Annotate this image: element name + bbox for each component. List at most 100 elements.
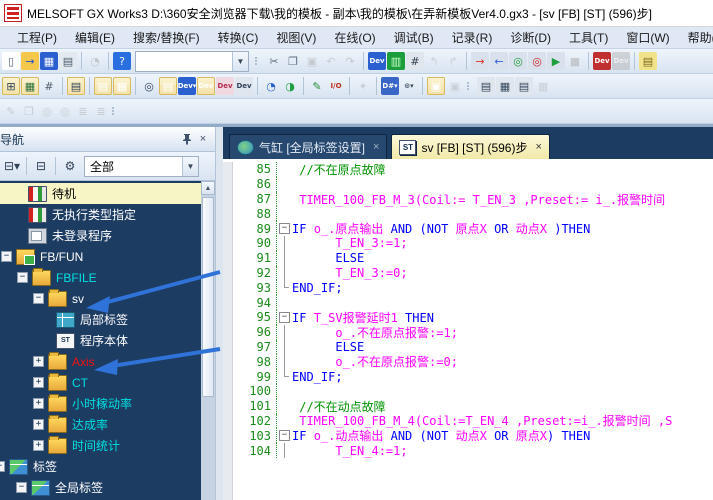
new-project-icon[interactable]: ▯ [2, 52, 20, 70]
code-line-103[interactable]: 103IF o_.动点输出 AND (NOT 动点X OR 原点X) THEN [233, 428, 713, 443]
io-check-icon[interactable]: I/O [327, 77, 345, 95]
code-line-86[interactable]: 86 [233, 177, 713, 192]
find-replace-icon[interactable]: ◎ [140, 77, 158, 95]
code-line-97[interactable]: 97 ELSE [233, 340, 713, 355]
code-line-101[interactable]: 101 //不在动点故障 [233, 399, 713, 414]
code-line-91[interactable]: 91 ELSE [233, 251, 713, 266]
fold-collapse-icon[interactable] [277, 221, 292, 236]
device-assignment-icon[interactable]: Dev [216, 77, 234, 95]
code-line-99[interactable]: 99END_IF; [233, 369, 713, 384]
st-code-editor[interactable]: 85 //不在原点故障8687 TIMER_100_FB_M_3(Coil:= … [223, 159, 713, 500]
device-usage-icon[interactable]: Dev [235, 77, 253, 95]
device-find-icon[interactable]: Dev [368, 52, 386, 70]
editor-tab-1[interactable]: 气缸 [全局标签设置]× [229, 134, 387, 159]
settings-gear-icon[interactable]: ⚙ [61, 157, 79, 175]
expand-icon[interactable]: + [33, 398, 44, 409]
label-edit-icon[interactable]: ✎ [308, 77, 326, 95]
cross-reference-icon[interactable]: ▥ [387, 52, 405, 70]
open-project-icon[interactable]: → [21, 52, 39, 70]
docking-window-icon[interactable]: ▣ [427, 77, 445, 95]
menu-item-2[interactable]: 编辑(E) [66, 27, 124, 48]
expand-icon[interactable]: + [33, 356, 44, 367]
code-line-93[interactable]: 93END_IF; [233, 280, 713, 295]
cut-icon[interactable]: ✂ [265, 52, 283, 70]
watch-window-icon[interactable]: Dev [197, 77, 215, 95]
tree-item-全局标签[interactable]: −全局标签 [0, 477, 215, 498]
tree-item-CT[interactable]: +CT [0, 372, 215, 393]
menu-item-1[interactable]: 工程(P) [8, 27, 66, 48]
save-project-icon[interactable]: ▦ [40, 52, 58, 70]
tree-scrollbar[interactable]: ▲ [201, 181, 215, 500]
expand-icon[interactable]: + [33, 440, 44, 451]
tree-item-时间统计[interactable]: +时间统计 [0, 435, 215, 456]
code-line-87[interactable]: 87 TIMER_100_FB_M_3(Coil:= T_EN_3 ,Prese… [233, 192, 713, 207]
menu-item-8[interactable]: 记录(R) [443, 27, 502, 48]
help-icon[interactable]: ? [113, 52, 131, 70]
menu-item-11[interactable]: 窗口(W) [617, 27, 678, 48]
code-line-89[interactable]: 89IF o_.原点输出 AND (NOT 原点X OR 动点X )THEN [233, 221, 713, 236]
device-comment-window-icon[interactable]: # [40, 77, 58, 95]
collapse-icon[interactable]: − [17, 272, 28, 283]
tree-item-标签[interactable]: −标签 [0, 456, 215, 477]
combobox-dropdown-icon[interactable]: ▼ [232, 52, 248, 71]
code-line-94[interactable]: 94 [233, 295, 713, 310]
panel-splitter[interactable] [215, 127, 223, 500]
device-menu-icon[interactable]: Dev▾ [178, 77, 196, 95]
monitor-start-icon[interactable]: ▶ [547, 52, 565, 70]
memory-window-icon[interactable]: ▤ [477, 77, 495, 95]
code-line-92[interactable]: 92 T_EN_3:=0; [233, 266, 713, 281]
code-line-95[interactable]: 95IF T_SV报警延时1 THEN [233, 310, 713, 325]
menu-item-6[interactable]: 在线(O) [325, 27, 384, 48]
collapse-icon[interactable]: − [33, 293, 44, 304]
parameter-icon[interactable]: ▤ [67, 77, 85, 95]
module-configuration-icon[interactable]: ▦ [21, 77, 39, 95]
expand-icon[interactable]: + [33, 377, 44, 388]
tab-close-icon[interactable]: × [373, 141, 379, 153]
tree-display-menu-icon[interactable]: ⊟▾ [3, 157, 21, 175]
collapse-icon[interactable]: − [0, 461, 5, 472]
tree-item-小时稼动率[interactable]: +小时稼动率 [0, 393, 215, 414]
tree-item-局部标签[interactable]: 局部标签 [0, 309, 215, 330]
menu-item-12[interactable]: 帮助(H) [679, 27, 713, 48]
scroll-up-icon[interactable]: ▲ [201, 181, 215, 195]
tab-close-icon[interactable]: × [535, 141, 541, 153]
label-editor-icon[interactable]: ▦ [113, 77, 131, 95]
statement-icon[interactable]: ▤ [639, 52, 657, 70]
tree-item-达成率[interactable]: +达成率 [0, 414, 215, 435]
verify-plc-icon[interactable]: ◎ [509, 52, 527, 70]
output-window-icon[interactable]: ▤ [159, 77, 177, 95]
combobox-dropdown-icon[interactable]: ▼ [182, 157, 198, 176]
device-comment-icon[interactable]: # [406, 52, 424, 70]
tree-item-Axis[interactable]: +Axis [0, 351, 215, 372]
print-icon[interactable]: ▤ [59, 52, 77, 70]
tree-item-程序本体[interactable]: ST程序本体 [0, 330, 215, 351]
watch-speed-icon[interactable]: ◔ [262, 77, 280, 95]
read-from-plc-icon[interactable]: ← [490, 52, 508, 70]
tree-item-FB/FUN[interactable]: −FB/FUN [0, 246, 215, 267]
menu-item-4[interactable]: 转换(C) [209, 27, 268, 48]
menu-item-5[interactable]: 视图(V) [267, 27, 325, 48]
fold-collapse-icon[interactable] [277, 310, 292, 325]
editor-tab-2[interactable]: STsv [FB] [ST] (596)步× [391, 134, 549, 159]
fold-collapse-icon[interactable] [277, 428, 292, 443]
code-line-90[interactable]: 90 T_EN_3:=1; [233, 236, 713, 251]
code-line-100[interactable]: 100 [233, 384, 713, 399]
menu-item-9[interactable]: 诊断(D) [501, 27, 560, 48]
collapse-icon[interactable]: − [1, 251, 12, 262]
menu-item-7[interactable]: 调试(B) [385, 27, 443, 48]
code-line-88[interactable]: 88 [233, 206, 713, 221]
code-line-104[interactable]: 104 T_EN_4:=1; [233, 443, 713, 458]
device-batch-monitor-icon[interactable]: ◎ [528, 52, 546, 70]
code-line-85[interactable]: 85 //不在原点故障 [233, 162, 713, 177]
memory-find-icon[interactable]: ▦ [496, 77, 514, 95]
copy-icon[interactable]: ❐ [284, 52, 302, 70]
menu-item-10[interactable]: 工具(T) [560, 27, 617, 48]
tree-item-无执行类型指定[interactable]: 无执行类型指定 [0, 204, 215, 225]
tree-item-sv[interactable]: −sv [0, 288, 215, 309]
write-to-plc-icon[interactable]: → [471, 52, 489, 70]
code-line-98[interactable]: 98 o_.不在原点报警:=0; [233, 354, 713, 369]
memory-list-icon[interactable]: ▤ [515, 77, 533, 95]
tree-scrollbar-thumb[interactable] [202, 197, 214, 397]
tree-item-待机[interactable]: 待机 [0, 183, 215, 204]
tree-item-未登录程序[interactable]: 未登录程序 [0, 225, 215, 246]
